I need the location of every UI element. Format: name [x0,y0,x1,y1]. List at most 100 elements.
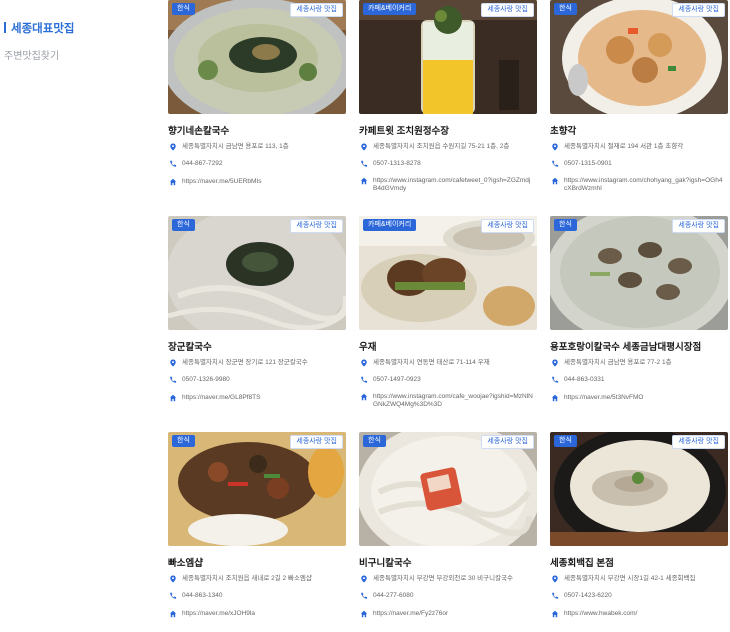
restaurant-card[interactable]: 한식 세종사랑 맛집 용포호랑이칼국수 세종금남대평시장점 세종특별자치시 금남… [550,216,728,416]
restaurant-grid: 한식 세종사랑 맛집 향기네손칼국수 세종특별자치시 금남면 용포로 113, … [0,0,730,627]
phone-icon [169,376,177,384]
restaurant-card[interactable]: 한식 세종사랑 맛집 빠소엠샵 세종특별자치시 조치원읍 새내로 2길 2 빠소… [168,432,346,632]
home-icon [360,177,368,185]
home-icon [169,610,177,618]
phone-icon [169,160,177,168]
address-text: 세종특별자치시 부강면 부강외천로 30 비구니칼국수 [373,575,514,582]
restaurant-name[interactable]: 초향각 [550,123,576,137]
home-icon [169,394,177,402]
restaurant-card[interactable]: 한식 세종사랑 맛집 비구니칼국수 세종특별자치시 부강면 부강외천로 30 비… [359,432,537,632]
restaurant-card[interactable]: 카페&베이커리 세종사랑 맛집 우재 세종특별자치시 연동면 태산로 71-11… [359,216,537,416]
location-pin-icon [169,359,177,367]
home-icon [360,393,368,401]
food-image [168,432,346,546]
restaurant-card[interactable]: 한식 세종사랑 맛집 향기네손칼국수 세종특별자치시 금남면 용포로 113, … [168,0,346,200]
recommended-badge: 세종사랑 맛집 [481,3,534,17]
phone-text[interactable]: 044-863-0331 [564,376,604,384]
restaurant-name[interactable]: 카페트윗 조치원정수장 [359,123,449,137]
food-image [359,216,537,330]
address-text: 세종특별자치시 부강면 시장1길 42-1 세종회백집 [564,575,696,582]
location-pin-icon [360,575,368,583]
home-icon [551,394,559,402]
restaurant-photo[interactable]: 한식 세종사랑 맛집 [168,0,346,114]
restaurant-name[interactable]: 비구니칼국수 [359,555,411,569]
phone-icon [551,376,559,384]
location-pin-icon [551,575,559,583]
address-text: 세종특별자치시 조치원읍 새내로 2길 2 빠소엠샵 [182,575,312,582]
home-icon [551,177,559,185]
website-link[interactable]: https://naver.me/GL8Pf8TS [182,394,260,402]
address-text: 세종특별자치시 금남면 용포로 77-2 1층 [564,359,672,366]
recommended-badge: 세종사랑 맛집 [290,219,343,233]
website-link[interactable]: https://naver.me/5UERbMIs [182,178,261,186]
category-badge: 한식 [172,435,195,447]
phone-icon [360,160,368,168]
recommended-badge: 세종사랑 맛집 [672,435,725,449]
category-badge: 한식 [172,219,195,231]
food-image [359,0,537,114]
food-image [168,216,346,330]
phone-text[interactable]: 0507-1423-6220 [564,592,612,600]
phone-icon [360,376,368,384]
food-image [550,0,728,114]
recommended-badge: 세종사랑 맛집 [672,219,725,233]
website-link[interactable]: https://www.instagram.com/cafe_woojae?ig… [373,393,533,409]
category-badge: 카페&베이커리 [363,3,417,15]
category-badge: 카페&베이커리 [363,219,417,231]
recommended-badge: 세종사랑 맛집 [290,3,343,17]
address-text: 세종특별자치시 장군면 장기로 121 장군칼국수 [182,359,308,366]
website-link[interactable]: https://naver.me/5t3NvFMO [564,394,643,402]
restaurant-card[interactable]: 한식 세종사랑 맛집 장군칼국수 세종특별자치시 장군면 장기로 121 장군칼… [168,216,346,416]
restaurant-name[interactable]: 용포호랑이칼국수 세종금남대평시장점 [550,339,701,353]
restaurant-photo[interactable]: 한식 세종사랑 맛집 [168,216,346,330]
restaurant-card[interactable]: 카페&베이커리 세종사랑 맛집 카페트윗 조치원정수장 세종특별자치시 조치원읍… [359,0,537,200]
location-pin-icon [169,143,177,151]
location-pin-icon [360,143,368,151]
phone-text[interactable]: 0507-1326-9980 [182,376,230,384]
category-badge: 한식 [363,435,386,447]
recommended-badge: 세종사랑 맛집 [481,219,534,233]
phone-text[interactable]: 0507-1315-0901 [564,160,612,168]
address-text: 세종특별자치시 조치원읍 수원지길 75-21 1층, 2층 [373,143,510,150]
website-link[interactable]: https://www.hwabek.com/ [564,610,637,618]
category-badge: 한식 [172,3,195,15]
location-pin-icon [551,359,559,367]
restaurant-name[interactable]: 우재 [359,339,376,353]
home-icon [551,610,559,618]
food-image [168,0,346,114]
restaurant-card[interactable]: 한식 세종사랑 맛집 초향각 세종특별자치시 절재로 194 서관 1층 초향각… [550,0,728,200]
food-image [550,216,728,330]
phone-icon [360,592,368,600]
phone-text[interactable]: 0507-1497-0923 [373,376,421,384]
location-pin-icon [360,359,368,367]
recommended-badge: 세종사랑 맛집 [481,435,534,449]
recommended-badge: 세종사랑 맛집 [672,3,725,17]
phone-text[interactable]: 044-277-6080 [373,592,413,600]
restaurant-photo[interactable]: 한식 세종사랑 맛집 [550,0,728,114]
website-link[interactable]: https://naver.me/xJOH9la [182,610,255,618]
address-text: 세종특별자치시 연동면 태산로 71-114 우재 [373,359,490,366]
restaurant-photo[interactable]: 카페&베이커리 세종사랑 맛집 [359,216,537,330]
restaurant-name[interactable]: 장군칼국수 [168,339,212,353]
phone-icon [551,592,559,600]
restaurant-card[interactable]: 한식 세종사랑 맛집 세종회백집 본점 세종특별자치시 부강면 시장1길 42-… [550,432,728,632]
website-link[interactable]: https://www.instagram.com/cafetweet_0?ig… [373,177,533,193]
phone-icon [169,592,177,600]
restaurant-name[interactable]: 세종회백집 본점 [550,555,614,569]
restaurant-name[interactable]: 향기네손칼국수 [168,123,229,137]
restaurant-photo[interactable]: 한식 세종사랑 맛집 [550,432,728,546]
phone-text[interactable]: 044-863-1340 [182,592,222,600]
food-image [550,432,728,546]
phone-text[interactable]: 0507-1313-8278 [373,160,421,168]
restaurant-name[interactable]: 빠소엠샵 [168,555,203,569]
website-link[interactable]: https://naver.me/Fy2z76or [373,610,448,618]
restaurant-photo[interactable]: 한식 세종사랑 맛집 [168,432,346,546]
restaurant-photo[interactable]: 한식 세종사랑 맛집 [550,216,728,330]
restaurant-photo[interactable]: 카페&베이커리 세종사랑 맛집 [359,0,537,114]
phone-text[interactable]: 044-867-7292 [182,160,222,168]
home-icon [360,610,368,618]
website-link[interactable]: https://www.instagram.com/chohyang_gak?i… [564,177,724,193]
restaurant-photo[interactable]: 한식 세종사랑 맛집 [359,432,537,546]
address-text: 세종특별자치시 금남면 용포로 113, 1층 [182,143,289,150]
location-pin-icon [551,143,559,151]
